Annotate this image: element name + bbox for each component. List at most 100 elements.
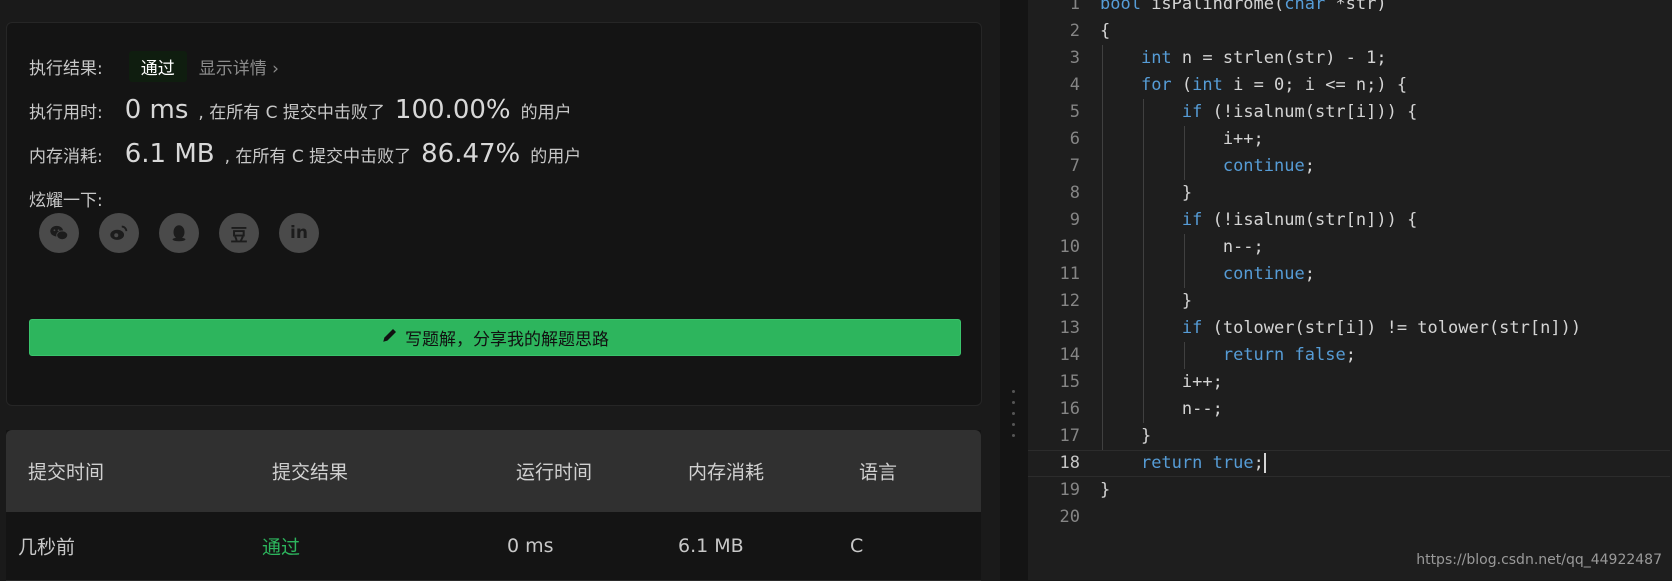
code-text: i++;: [1100, 129, 1264, 149]
code-line[interactable]: if (!isalnum(str[n])) {: [1100, 207, 1670, 234]
code-line[interactable]: i++;: [1100, 369, 1670, 396]
code-line[interactable]: }: [1100, 288, 1670, 315]
line-number: 6: [1069, 129, 1080, 149]
code-text: ;: [1304, 156, 1315, 176]
code-line[interactable]: n--;: [1100, 396, 1670, 423]
column-header-time: 提交时间: [28, 461, 105, 484]
drag-dots-icon: [1012, 390, 1015, 445]
runtime-label: 执行用时:: [29, 103, 103, 123]
panel-resize-handle[interactable]: [1000, 0, 1028, 580]
code-text: ;: [1304, 264, 1315, 284]
code-line[interactable]: continue;: [1100, 153, 1670, 180]
indent-guide: [1184, 234, 1186, 288]
code-line[interactable]: bool isPalindrome(char *str): [1100, 0, 1670, 18]
code-line[interactable]: }: [1100, 423, 1670, 450]
result-card: 执行结果: 通过 显示详情 › 执行用时: 0 ms , 在所有 C 提交中击败…: [6, 22, 982, 406]
table-header: 提交时间 提交结果 运行时间 内存消耗 语言: [6, 430, 981, 512]
line-number: 4: [1069, 75, 1080, 95]
code-keyword: continue: [1222, 264, 1305, 284]
memory-label: 内存消耗:: [29, 147, 103, 167]
code-keyword: return: [1222, 345, 1285, 365]
wechat-icon[interactable]: [39, 213, 79, 253]
table-row[interactable]: 几秒前 通过 0 ms 6.1 MB C: [6, 512, 981, 581]
submission-result[interactable]: 通过: [262, 533, 300, 560]
code-text: i = 0; i <= n;) {: [1222, 75, 1408, 95]
code-line[interactable]: return false;: [1100, 342, 1670, 369]
code-keyword: int: [1192, 75, 1223, 95]
memory-text: , 在所有 C 提交中击败了: [224, 147, 412, 167]
code-text: i++;: [1100, 372, 1223, 392]
code-keyword: char: [1284, 0, 1326, 14]
line-number: 8: [1069, 183, 1080, 203]
runtime-row: 执行用时: 0 ms , 在所有 C 提交中击败了 100.00% 的用户: [29, 95, 572, 125]
watermark: https://blog.csdn.net/qq_44922487: [1416, 552, 1662, 568]
code-line[interactable]: n--;: [1100, 234, 1670, 261]
runtime-suffix: 的用户: [520, 103, 572, 123]
submissions-table: 提交时间 提交结果 运行时间 内存消耗 语言 几秒前 通过 0 ms 6.1 M…: [6, 430, 981, 581]
code-text: (: [1171, 75, 1193, 95]
line-number: 2: [1069, 21, 1080, 41]
share-label: 炫耀一下:: [29, 191, 103, 211]
code-keyword: if: [1181, 318, 1203, 338]
line-number: 13: [1059, 318, 1080, 338]
code-text: ;: [1253, 453, 1264, 473]
line-number: 5: [1069, 102, 1080, 122]
code-text: (!isalnum(str[n])) {: [1202, 210, 1418, 230]
code-keyword: for: [1140, 75, 1172, 95]
code-line[interactable]: [1100, 504, 1670, 531]
code-line[interactable]: if (!isalnum(str[i])) {: [1100, 99, 1670, 126]
code-line[interactable]: return true;: [1028, 450, 1670, 477]
code-text: isPalindrome(: [1140, 0, 1285, 14]
line-number: 16: [1059, 399, 1080, 419]
code-keyword: if: [1181, 102, 1203, 122]
submission-time: 几秒前: [18, 536, 76, 559]
code-line[interactable]: int n = strlen(str) - 1;: [1100, 45, 1670, 72]
code-line[interactable]: if (tolower(str[i]) != tolower(str[n])): [1100, 315, 1670, 342]
pencil-icon: [381, 326, 399, 349]
memory-value: 6.1 MB: [124, 139, 215, 169]
indent-guide: [1184, 342, 1186, 369]
code-text: n = strlen(str) - 1;: [1171, 48, 1387, 68]
line-number: 18: [1059, 453, 1080, 473]
code-area[interactable]: bool isPalindrome(char *str) { int n = st…: [1028, 0, 1670, 531]
qq-icon[interactable]: [159, 213, 199, 253]
indent-guide: [1102, 45, 1103, 450]
line-number: 3: [1069, 48, 1080, 68]
linkedin-icon[interactable]: in: [279, 213, 319, 253]
code-text: {: [1100, 21, 1111, 41]
code-editor[interactable]: 1 2 3 4 5 6 7 8 9 10 11 12 13 14 15 16 17 18 19 20 bool isP…: [1028, 0, 1672, 580]
code-line[interactable]: continue;: [1100, 261, 1670, 288]
code-line[interactable]: }: [1100, 180, 1670, 207]
submission-language: C: [850, 535, 864, 557]
write-solution-button[interactable]: 写题解，分享我的解题思路: [29, 319, 961, 356]
code-line[interactable]: }: [1100, 477, 1670, 504]
douban-icon[interactable]: 豆: [219, 213, 259, 253]
line-number: 9: [1069, 210, 1080, 230]
code-text: }: [1100, 480, 1111, 500]
line-number: 7: [1069, 156, 1080, 176]
weibo-icon[interactable]: [99, 213, 139, 253]
line-number: 19: [1059, 480, 1080, 500]
code-line[interactable]: for (int i = 0; i <= n;) {: [1100, 72, 1670, 99]
code-keyword: false: [1294, 345, 1346, 365]
share-row: 炫耀一下:: [29, 186, 103, 211]
runtime-text: , 在所有 C 提交中击败了: [198, 103, 385, 123]
line-number: 11: [1059, 264, 1080, 284]
show-details-link[interactable]: 显示详情 ›: [199, 54, 279, 79]
code-text: }: [1100, 183, 1193, 203]
code-line[interactable]: {: [1100, 18, 1670, 45]
code-keyword: return: [1140, 453, 1203, 473]
code-text: (tolower(str[i]) != tolower(str[n])): [1202, 318, 1582, 338]
code-text: }: [1100, 291, 1193, 311]
share-icons: 豆 in: [39, 213, 319, 253]
status-label: 执行结果:: [29, 59, 103, 79]
code-text: ;: [1345, 345, 1356, 365]
line-number: 17: [1059, 426, 1080, 446]
code-line[interactable]: i++;: [1100, 126, 1670, 153]
